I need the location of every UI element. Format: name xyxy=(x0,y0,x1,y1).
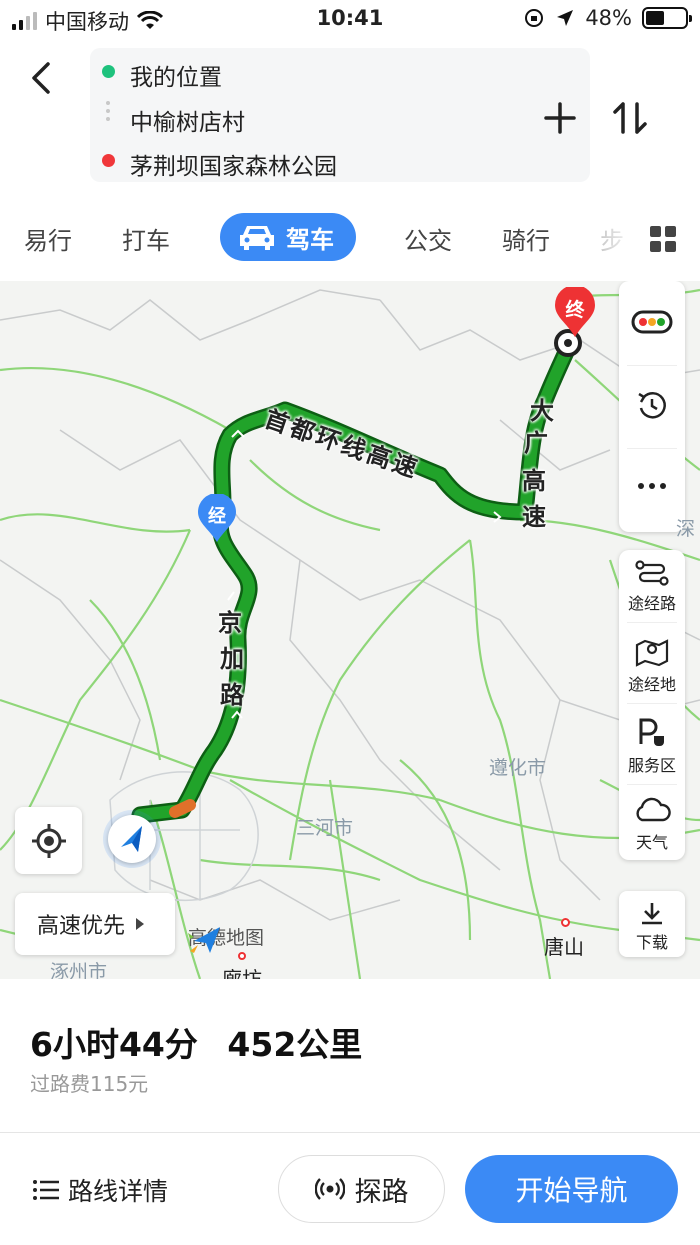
map-canvas xyxy=(0,288,700,979)
daguang-char: 高 xyxy=(522,467,546,495)
route-preference-button[interactable]: 高速优先 xyxy=(15,893,175,955)
duration-text: 6小时44分 xyxy=(30,1025,198,1064)
route-input-panel: 我的位置 中榆树店村 茅荆坝国家森林公园 xyxy=(90,48,590,182)
tab-bike[interactable]: 骑行 xyxy=(502,221,550,256)
route-preference-label: 高速优先 xyxy=(37,914,126,939)
car-icon xyxy=(240,226,274,250)
back-arrow-icon[interactable] xyxy=(22,56,62,100)
more-dots-icon xyxy=(638,483,666,489)
clock-refresh-icon xyxy=(638,392,666,419)
via-place-label: 途经地 xyxy=(627,675,676,694)
list-icon xyxy=(33,1180,59,1200)
current-location-marker xyxy=(103,810,161,868)
amap-logo: 高德地图 xyxy=(188,923,264,953)
daguang-char: 速 xyxy=(522,503,546,531)
caret-right-icon xyxy=(136,918,145,930)
city-dot-tangshan xyxy=(561,918,570,927)
battery-icon xyxy=(642,7,692,29)
route-summary[interactable]: 6小时44分 452公里 xyxy=(30,1018,362,1066)
probe-button[interactable]: 探路 xyxy=(278,1155,445,1223)
end-marker-label: 终 xyxy=(565,299,585,321)
location-arrow-icon xyxy=(557,10,574,26)
history-button[interactable] xyxy=(619,366,685,448)
tab-drive-label: 驾车 xyxy=(286,225,334,254)
place-zhuozhou[interactable]: 涿州市 xyxy=(50,957,107,979)
broadcast-icon xyxy=(314,1178,345,1200)
ring-expressway-text: 首都环线高速 xyxy=(260,404,424,484)
place-tangshan[interactable]: 唐山 xyxy=(544,931,584,960)
congestion-segment xyxy=(169,799,196,818)
start-navigation-label: 开始导航 xyxy=(515,1174,628,1207)
place-zunhua[interactable]: 遵化市 xyxy=(489,753,546,780)
parking-cup-icon xyxy=(639,718,664,746)
daguang-expressway-label: 大 广 高 速 xyxy=(520,391,560,531)
end-marker[interactable]: 终 xyxy=(553,287,597,339)
place-sanhe[interactable]: 三河市 xyxy=(296,813,353,840)
weather-label: 天气 xyxy=(635,833,668,852)
service-area-button[interactable]: 服务区 xyxy=(619,704,685,784)
more-modes-grid-icon[interactable] xyxy=(650,226,676,252)
via-road-button[interactable]: 途经路 xyxy=(619,550,685,622)
place-edge-1: 深 xyxy=(676,518,696,540)
daguang-char: 大 xyxy=(530,397,554,425)
road-network xyxy=(0,288,700,979)
via-marker-label: 经 xyxy=(208,506,226,527)
destination-dot-icon xyxy=(102,154,115,167)
map-view[interactable]: 终 经 首都环线高速 大 广 高 速 京 加 路 遵化市 三河市 涿州市 唐山 … xyxy=(0,281,700,979)
tab-fade xyxy=(590,208,640,268)
route-via-icon xyxy=(635,560,669,586)
jingjia-char: 京 xyxy=(218,609,242,637)
crosshair-icon xyxy=(32,824,66,858)
weather-button[interactable]: 天气 xyxy=(619,785,685,859)
download-button[interactable]: 下载 xyxy=(619,891,685,957)
swap-route-icon[interactable] xyxy=(608,96,652,140)
city-dot-langfang xyxy=(238,952,246,960)
probe-label: 探路 xyxy=(354,1176,409,1208)
start-navigation-button[interactable]: 开始导航 xyxy=(465,1155,678,1223)
distance-text: 452公里 xyxy=(227,1025,363,1064)
map-pin-icon xyxy=(635,639,669,667)
jingjia-char: 加 xyxy=(220,645,244,673)
route-details-label: 路线详情 xyxy=(68,1177,169,1206)
tab-yixing[interactable]: 易行 xyxy=(24,221,72,256)
ring-expressway-label: 首都环线高速 xyxy=(261,399,472,499)
via-marker[interactable]: 经 xyxy=(196,494,238,544)
orientation-lock-icon xyxy=(525,9,544,27)
waypoint-field[interactable]: 中榆树店村 xyxy=(130,103,245,137)
route-details-button[interactable]: 路线详情 xyxy=(32,1172,168,1208)
route-options-panel: 途经路 途经地 服务区 天气 xyxy=(619,550,685,860)
tab-bus[interactable]: 公交 xyxy=(404,221,452,256)
jingjia-road-label: 京 加 路 xyxy=(218,603,258,713)
divider xyxy=(0,1132,700,1133)
daguang-char: 广 xyxy=(524,429,548,457)
locate-me-button[interactable] xyxy=(15,807,82,874)
connector-dots xyxy=(106,101,110,125)
cloud-icon xyxy=(636,797,671,822)
via-road-label: 途经路 xyxy=(627,594,676,613)
toll-text: 过路费115元 xyxy=(30,1072,149,1096)
origin-field[interactable]: 我的位置 xyxy=(130,58,222,92)
traffic-light-icon xyxy=(631,310,673,334)
traffic-button[interactable] xyxy=(619,281,685,365)
place-langfang[interactable]: 廊坊 xyxy=(222,963,262,979)
via-place-button[interactable]: 途经地 xyxy=(619,623,685,703)
amap-logo-icon xyxy=(188,927,220,953)
map-tools-panel xyxy=(619,281,685,532)
jingjia-char: 路 xyxy=(220,681,244,709)
battery-percent: 48% xyxy=(585,6,632,30)
download-icon xyxy=(642,903,662,925)
tab-drive[interactable]: 驾车 xyxy=(220,213,356,261)
service-area-label: 服务区 xyxy=(627,756,676,775)
origin-dot-icon xyxy=(102,65,115,78)
status-bar: 中国移动 10:41 48% xyxy=(0,0,700,38)
navigation-arrow-icon xyxy=(121,826,142,852)
add-waypoint-icon[interactable] xyxy=(540,96,580,140)
destination-field[interactable]: 茅荆坝国家森林公园 xyxy=(130,147,337,181)
download-label: 下载 xyxy=(635,933,668,952)
tab-taxi[interactable]: 打车 xyxy=(122,221,170,256)
